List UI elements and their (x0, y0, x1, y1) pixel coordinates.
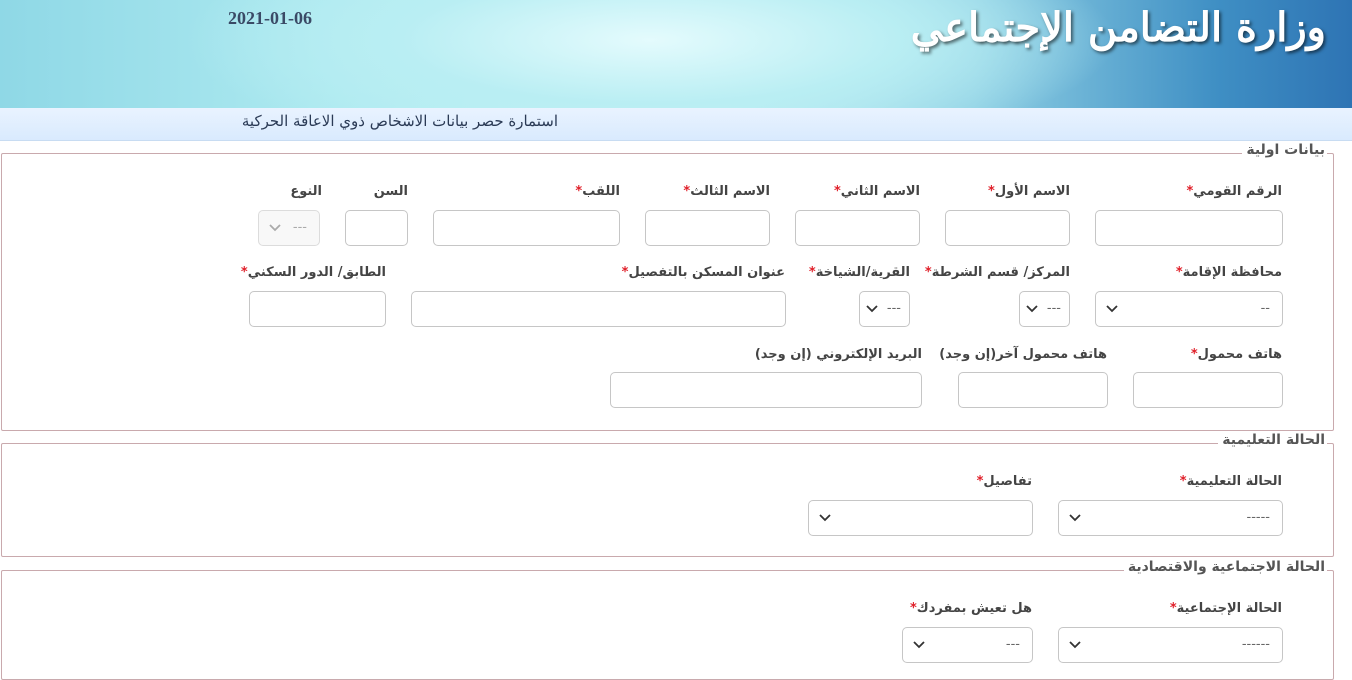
label-third-name: الاسم الثالث* (683, 184, 770, 199)
lives-alone-select-value: --- (1005, 637, 1020, 652)
floor-input[interactable] (249, 291, 386, 327)
email-input[interactable] (610, 372, 922, 408)
label-age: السن (373, 184, 408, 199)
chevron-down-icon (819, 514, 831, 522)
label-second-name: الاسم الثاني* (833, 184, 920, 199)
label-governorate: محافظة الإقامة* (1175, 265, 1282, 280)
surname-input[interactable] (433, 210, 620, 246)
chevron-down-icon (1106, 305, 1118, 313)
address-input[interactable] (411, 291, 786, 327)
label-other-mobile: هاتف محمول آخر(إن وجد) (939, 347, 1107, 362)
label-district: المركز/ قسم الشرطة* (924, 265, 1070, 280)
chevron-down-icon (866, 305, 878, 313)
marital-status-select-value: ------ (1241, 637, 1270, 652)
current-date: 2021-01-06 (228, 8, 312, 28)
national-id-input[interactable] (1095, 210, 1283, 246)
education-details-select[interactable] (808, 500, 1033, 536)
governorate-select-value: -- (1260, 301, 1270, 316)
label-first-name: الاسم الأول* (988, 184, 1070, 199)
gender-select[interactable]: --- (258, 210, 320, 246)
chevron-down-icon (1069, 514, 1081, 522)
lives-alone-select[interactable]: --- (902, 627, 1033, 663)
education-status-select[interactable]: ----- (1058, 500, 1283, 536)
label-mobile: هاتف محمول* (1190, 347, 1282, 362)
village-select[interactable]: --- (859, 291, 910, 327)
label-address: عنوان المسكن بالتفصيل* (621, 265, 785, 280)
chevron-down-icon (1069, 641, 1081, 649)
chevron-down-icon (1026, 305, 1038, 313)
label-marital-status: الحالة الإجتماعية* (1169, 601, 1282, 616)
district-select[interactable]: --- (1019, 291, 1070, 327)
label-gender: النوع (290, 184, 322, 199)
chevron-down-icon (913, 641, 925, 649)
district-select-value: --- (1046, 301, 1061, 316)
third-name-input[interactable] (645, 210, 770, 246)
label-lives-alone: هل تعيش بمفردك* (909, 601, 1032, 616)
label-education-details: تفاصيل* (976, 474, 1032, 489)
header-banner: وزارة التضامن الإجتماعي 2021-01-06 (0, 0, 1352, 108)
chevron-down-icon (269, 224, 281, 232)
first-name-input[interactable] (945, 210, 1070, 246)
village-select-value: --- (886, 301, 901, 316)
second-name-input[interactable] (795, 210, 920, 246)
label-village: القرية/الشياخة* (808, 265, 910, 280)
education-status-select-value: ----- (1246, 510, 1270, 525)
form-title-bar: استمارة حصر بيانات الاشخاص ذوي الاعاقة ا… (0, 108, 1352, 141)
ministry-title: وزارة التضامن الإجتماعي (910, 4, 1326, 51)
section-legend-basic: بيانات اولية (1242, 142, 1327, 158)
label-education-status: الحالة التعليمية* (1179, 474, 1282, 489)
label-national-id: الرقم القومي* (1186, 184, 1282, 199)
age-input[interactable] (345, 210, 408, 246)
gender-select-value: --- (292, 220, 307, 235)
label-floor: الطابق/ الدور السكني* (240, 265, 386, 280)
marital-status-select[interactable]: ------ (1058, 627, 1283, 663)
section-legend-education: الحالة التعليمية (1218, 432, 1327, 448)
governorate-select[interactable]: -- (1095, 291, 1283, 327)
section-social-economic: الحالة الاجتماعية والاقتصادية (1, 559, 1334, 680)
mobile-input[interactable] (1133, 372, 1283, 408)
other-mobile-input[interactable] (958, 372, 1108, 408)
label-email: البريد الإلكتروني (إن وجد) (754, 347, 922, 362)
form-title: استمارة حصر بيانات الاشخاص ذوي الاعاقة ا… (241, 112, 558, 130)
section-legend-social: الحالة الاجتماعية والاقتصادية (1123, 559, 1327, 575)
label-surname: اللقب* (575, 184, 620, 199)
